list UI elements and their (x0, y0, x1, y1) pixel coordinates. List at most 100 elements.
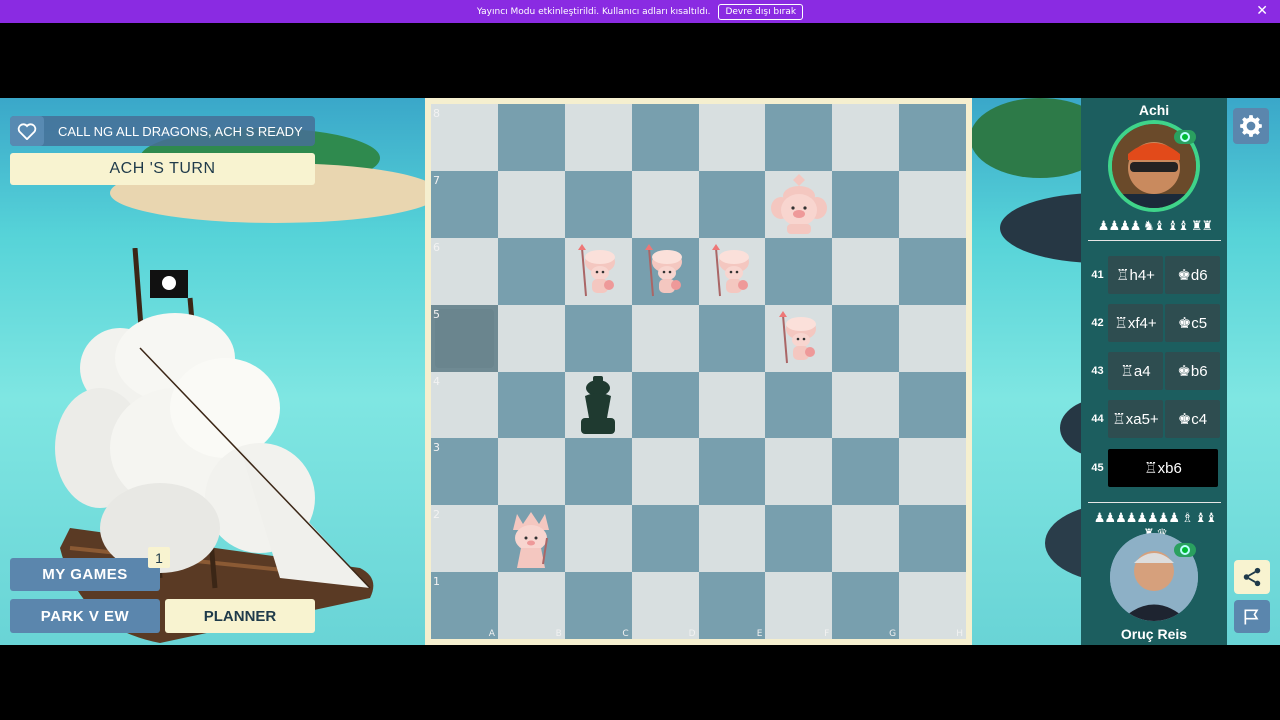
rank-label: 4 (433, 374, 440, 388)
black-move[interactable]: ♚b6 (1165, 352, 1220, 390)
board-square[interactable] (832, 237, 900, 305)
board-square[interactable]: 2 (431, 505, 498, 573)
board-square[interactable] (631, 371, 699, 439)
share-icon[interactable] (1234, 560, 1270, 594)
rank-label: 8 (433, 107, 440, 120)
heart-icon[interactable] (10, 116, 44, 146)
board-square[interactable] (698, 438, 766, 506)
board-square[interactable] (899, 304, 966, 372)
disable-streamer-mode-button[interactable]: Devre dışı bırak (718, 3, 804, 20)
board-square[interactable] (631, 505, 699, 573)
board-square[interactable] (564, 104, 632, 171)
file-label: D (688, 629, 696, 639)
board-square[interactable] (698, 505, 766, 573)
black-move[interactable]: ♚c4 (1165, 400, 1220, 438)
board-square[interactable]: F (765, 572, 833, 639)
eye-icon[interactable] (1174, 130, 1196, 144)
board-square[interactable] (698, 170, 766, 238)
board-square[interactable]: G (832, 572, 900, 639)
board-square[interactable] (497, 438, 565, 506)
board-square[interactable]: 4 (431, 371, 498, 439)
pink-pawn-piece[interactable] (699, 238, 766, 305)
board-square[interactable] (564, 438, 632, 506)
rank-label: 6 (433, 240, 440, 254)
board-square[interactable]: C (564, 572, 632, 639)
my-games-button[interactable]: MY GAMES (10, 558, 160, 591)
board-square[interactable] (564, 170, 632, 238)
pink-queen-piece[interactable] (498, 505, 565, 572)
park-view-button[interactable]: PARK V EW (10, 599, 160, 633)
white-move[interactable]: ♖xa5+ (1108, 400, 1163, 438)
pink-pawn-piece[interactable] (632, 238, 699, 305)
board-square[interactable] (832, 371, 900, 439)
pink-pawn-piece[interactable] (765, 305, 832, 372)
board-square[interactable] (899, 104, 966, 171)
board-square[interactable]: D (631, 572, 699, 639)
board-square[interactable]: E (698, 572, 766, 639)
board-square[interactable] (899, 371, 966, 439)
board-square[interactable] (497, 371, 565, 439)
white-move[interactable]: ♖a4 (1108, 352, 1163, 390)
board-square[interactable] (631, 304, 699, 372)
rank-label: 2 (433, 508, 440, 522)
board-square[interactable] (899, 505, 966, 573)
board-square[interactable]: 6 (431, 237, 498, 305)
close-icon[interactable]: ✕ (1256, 3, 1268, 19)
board-square[interactable] (832, 438, 900, 506)
board-square[interactable]: 3 (431, 438, 498, 506)
board-square[interactable] (765, 104, 833, 171)
board-square[interactable] (564, 505, 632, 573)
board-square[interactable] (564, 237, 632, 305)
board-square[interactable] (631, 237, 699, 305)
black-move[interactable]: ♚d6 (1165, 256, 1220, 294)
board-square[interactable] (698, 371, 766, 439)
board-square[interactable]: B (497, 572, 565, 639)
board-square[interactable]: 5 (431, 304, 498, 372)
board-square[interactable] (765, 371, 833, 439)
board-square[interactable] (497, 304, 565, 372)
board-square[interactable] (765, 304, 833, 372)
banner-text: Yayıncı Modu etkinleştirildi. Kullanıcı … (476, 6, 711, 17)
board-square[interactable] (899, 438, 966, 506)
board-square[interactable] (631, 438, 699, 506)
board-square[interactable] (497, 104, 565, 171)
board-square[interactable] (497, 505, 565, 573)
board-square[interactable] (899, 170, 966, 238)
eye-icon[interactable] (1174, 543, 1196, 557)
planner-button[interactable]: PLANNER (165, 599, 315, 633)
board-square[interactable] (698, 104, 766, 171)
gear-icon[interactable] (1233, 108, 1269, 144)
board-square[interactable] (765, 237, 833, 305)
board-square[interactable] (765, 438, 833, 506)
board-square[interactable] (765, 170, 833, 238)
board-square[interactable] (698, 237, 766, 305)
pink-pawn-piece[interactable] (565, 238, 632, 305)
board-square[interactable]: 7 (431, 170, 498, 238)
board-square[interactable] (631, 104, 699, 171)
black-move[interactable]: ♚c5 (1165, 304, 1220, 342)
board-square[interactable] (832, 104, 900, 171)
board-square[interactable] (698, 304, 766, 372)
move-row: 45 ♖xb6 (1087, 448, 1222, 488)
board-square[interactable] (832, 304, 900, 372)
board-square[interactable] (564, 304, 632, 372)
move-number: 43 (1091, 365, 1104, 377)
board-square[interactable] (832, 170, 900, 238)
pink-king-piece[interactable] (765, 171, 832, 238)
flag-icon[interactable] (1234, 600, 1270, 633)
board-square[interactable] (765, 505, 833, 573)
white-move[interactable]: ♖h4+ (1108, 256, 1163, 294)
dark-king-piece[interactable] (565, 372, 632, 439)
board-square[interactable]: 1A (431, 572, 498, 639)
chess-board[interactable]: 8 7 6 5 4 3 2 1ABC DEFGH (431, 104, 966, 639)
board-square[interactable] (497, 170, 565, 238)
board-square[interactable]: H (899, 572, 966, 639)
board-square[interactable] (899, 237, 966, 305)
board-square[interactable] (564, 371, 632, 439)
board-square[interactable]: 8 (431, 104, 498, 171)
white-move[interactable]: ♖xf4+ (1108, 304, 1163, 342)
board-square[interactable] (832, 505, 900, 573)
board-square[interactable] (497, 237, 565, 305)
board-square[interactable] (631, 170, 699, 238)
white-move[interactable]: ♖xb6 (1108, 449, 1218, 487)
